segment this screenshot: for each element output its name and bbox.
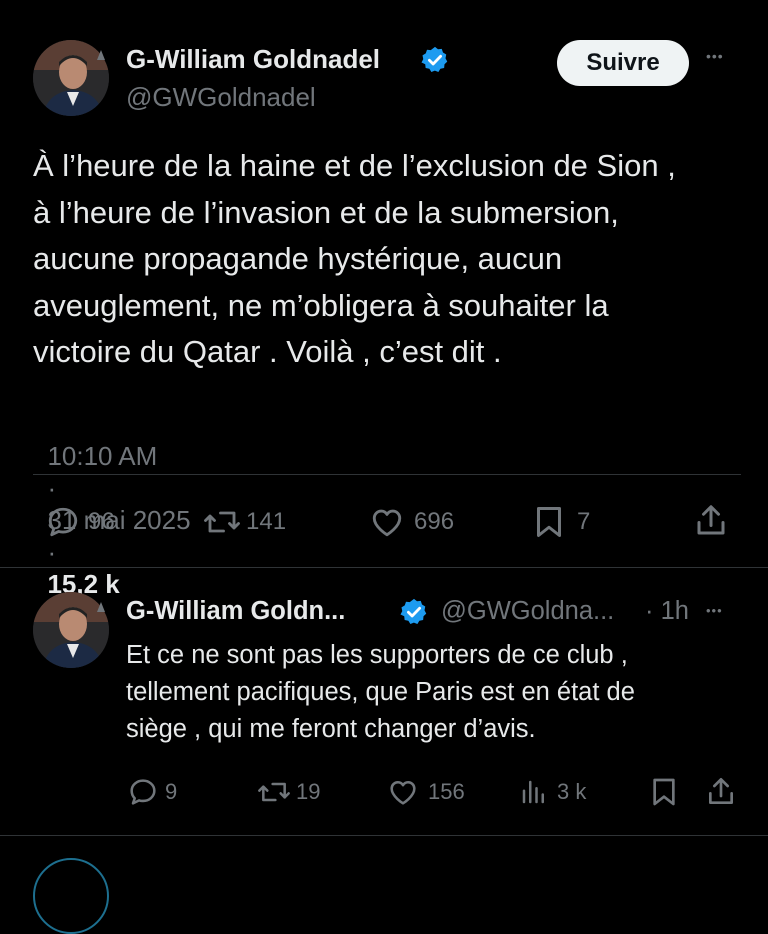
reply-repost-count: 19 — [296, 779, 321, 804]
reply-views-count: 3 k — [557, 779, 587, 804]
meta-separator: · — [47, 537, 57, 567]
follow-button[interactable]: Suivre — [557, 40, 689, 86]
reply-icon — [130, 779, 156, 805]
share-icon — [697, 505, 725, 535]
reply-repost-button[interactable]: 19 — [256, 776, 320, 808]
like-button[interactable]: 696 — [368, 504, 454, 540]
reply-text: Et ce ne sont pas les supporters de ce c… — [126, 637, 736, 748]
tweet-text-line: aveuglement, ne m’obligera à souhaiter l… — [33, 287, 609, 323]
divider — [0, 835, 768, 836]
reply-views-button[interactable]: 3 k — [519, 776, 586, 808]
tweet-text: À l’heure de la haine et de l’exclusion … — [33, 143, 743, 376]
reply-icon — [48, 507, 78, 537]
tweet-text-line: à l’heure de l’invasion et de la submers… — [33, 194, 619, 230]
tweet-text-line: À l’heure de la haine et de l’exclusion … — [33, 148, 676, 183]
repost-icon — [258, 782, 290, 802]
author-name[interactable]: G-William Goldnadel — [126, 44, 380, 74]
reply-text-line: tellement pacifiques, que Paris est en é… — [126, 678, 635, 706]
heart-icon — [390, 781, 416, 805]
tweet-time[interactable]: 10:10 AM — [47, 441, 157, 471]
bookmark-button[interactable]: 7 — [533, 504, 590, 540]
reply-text-line: Et ce ne sont pas les supporters de ce c… — [126, 641, 628, 669]
reply-button[interactable]: 96 — [45, 504, 115, 540]
reply-time[interactable]: · 1h — [645, 596, 689, 626]
reply-reply-count: 9 — [165, 779, 178, 804]
reply-text-line: siège , qui me feront changer d’avis. — [126, 715, 536, 743]
verified-badge-icon — [400, 598, 427, 624]
repost-icon — [204, 511, 240, 533]
tweet-text-line: aucune propagande hystérique, aucun — [33, 241, 563, 276]
tweet-text-line: victoire du Qatar . Voilà , c’est dit . — [33, 334, 502, 369]
author-handle[interactable]: @GWGoldnadel — [126, 82, 316, 112]
more-options-icon[interactable]: ••• — [706, 48, 724, 64]
like-count: 696 — [414, 508, 455, 535]
divider — [0, 567, 768, 568]
reply-count: 96 — [88, 508, 115, 535]
reply-author-name[interactable]: G-William Goldn... — [126, 596, 345, 626]
verified-badge-icon — [421, 46, 448, 72]
mute-indicator-icon — [97, 602, 105, 612]
views-chart-icon — [522, 780, 544, 804]
reply-like-button[interactable]: 156 — [386, 776, 465, 808]
repost-count: 141 — [246, 508, 287, 535]
repost-button[interactable]: 141 — [202, 504, 286, 540]
divider — [33, 474, 741, 475]
mute-indicator-icon — [97, 50, 105, 60]
share-icon — [709, 778, 733, 804]
bookmark-icon — [653, 778, 675, 806]
reply-like-count: 156 — [428, 779, 465, 804]
heart-icon — [372, 509, 402, 537]
reply-share-button[interactable] — [705, 775, 737, 809]
share-button[interactable] — [693, 502, 729, 540]
reply-more-options-icon[interactable]: ••• — [706, 603, 723, 618]
meta-separator: · — [47, 473, 57, 503]
bookmark-count: 7 — [577, 508, 591, 535]
bookmark-icon — [537, 507, 561, 537]
next-tweet-avatar[interactable] — [33, 858, 109, 934]
reply-author-handle[interactable]: @GWGoldna... — [441, 596, 614, 626]
reply-reply-button[interactable]: 9 — [127, 776, 177, 808]
reply-bookmark-button[interactable] — [650, 776, 678, 808]
